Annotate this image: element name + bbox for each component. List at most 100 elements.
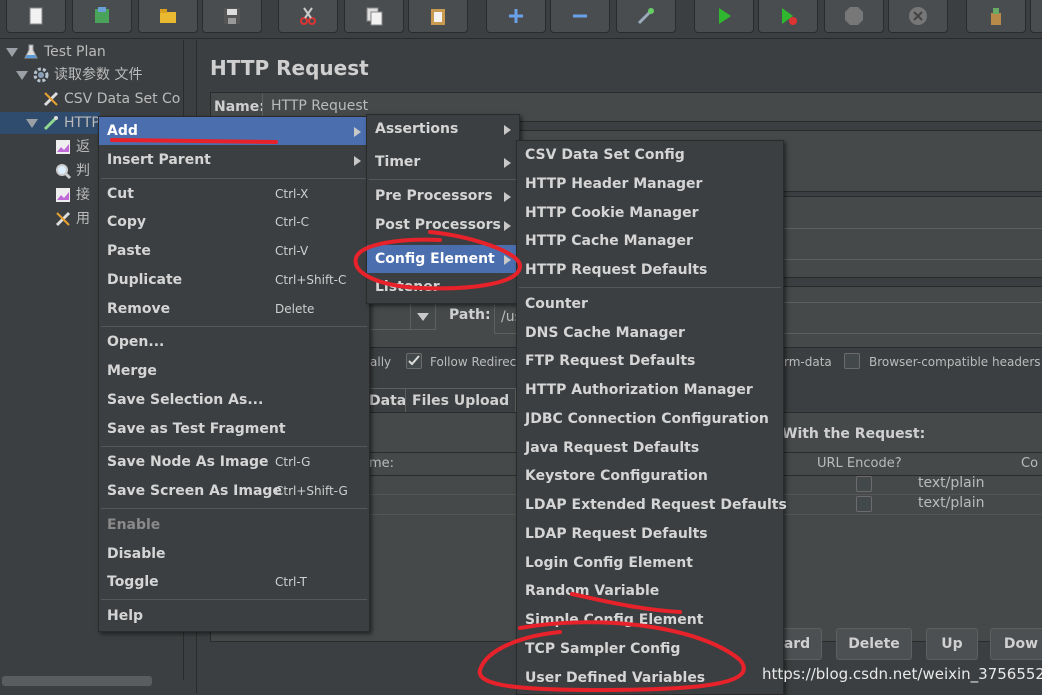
menu-item-remove[interactable]: Remove Delete — [99, 295, 369, 323]
menu-item-dns-cache-manager[interactable]: DNS Cache Manager — [517, 319, 783, 347]
menu-item-copy[interactable]: Copy Ctrl-C — [99, 208, 369, 236]
stop-icon[interactable] — [824, 0, 884, 33]
menu-item-label: Toggle — [107, 574, 159, 590]
follow-redirects-checkbox[interactable] — [406, 353, 422, 369]
tree-item-child-4[interactable]: 用 — [54, 208, 90, 230]
new-icon[interactable] — [6, 0, 66, 33]
expand-icon[interactable] — [486, 0, 546, 33]
tree-item-csv-data-set[interactable]: CSV Data Set Co — [42, 88, 180, 110]
delete-button[interactable]: Delete — [836, 628, 912, 660]
clear-icon[interactable] — [966, 0, 1026, 33]
tree-horizontal-scrollbar[interactable] — [2, 676, 152, 686]
menu-item-label: Timer — [375, 154, 421, 170]
menu-item-pre-processors[interactable]: Pre Processors — [367, 182, 519, 210]
menu-item-timer[interactable]: Timer — [367, 148, 519, 176]
content-type-cell[interactable]: text/plain — [918, 495, 984, 511]
menu-item-config-element[interactable]: Config Element — [367, 245, 519, 273]
config-element-submenu: CSV Data Set Config HTTP Header Manager … — [516, 140, 787, 695]
menu-item-help[interactable]: Help — [99, 602, 369, 630]
menu-item-ldap-extended-request-defaults[interactable]: LDAP Extended Request Defaults — [517, 491, 787, 519]
menu-item-save-selection-as[interactable]: Save Selection As... — [99, 386, 369, 414]
tree-item-child-1[interactable]: 返 — [54, 136, 90, 158]
menu-item-ldap-request-defaults[interactable]: LDAP Request Defaults — [517, 520, 783, 548]
templates-icon[interactable] — [72, 0, 132, 33]
tree-item-http-request[interactable]: HTTP — [0, 112, 100, 134]
menu-item-http-authorization-manager[interactable]: HTTP Authorization Manager — [517, 376, 783, 404]
shutdown-icon[interactable] — [888, 0, 948, 33]
copy-icon[interactable] — [344, 0, 404, 33]
toolbar — [0, 0, 1042, 39]
up-button[interactable]: Up — [926, 628, 978, 660]
menu-item-tcp-sampler-config[interactable]: TCP Sampler Config — [517, 635, 783, 663]
menu-item-save-node-as-image[interactable]: Save Node As Image Ctrl-G — [99, 448, 369, 476]
menu-item-label: Config Element — [375, 251, 495, 267]
menu-item-toggle[interactable]: Toggle Ctrl-T — [99, 568, 369, 596]
shortcut-label: Ctrl+Shift-C — [275, 273, 347, 287]
menu-item-merge[interactable]: Merge — [99, 357, 369, 385]
menu-item-counter[interactable]: Counter — [517, 290, 783, 318]
content-type-cell[interactable]: text/plain — [918, 475, 984, 491]
menu-item-open[interactable]: Open... — [99, 328, 369, 356]
paste-icon[interactable] — [408, 0, 468, 33]
method-dropdown-button[interactable] — [410, 302, 436, 330]
menu-item-jdbc-connection-configuration[interactable]: JDBC Connection Configuration — [517, 405, 783, 433]
menu-item-enable[interactable]: Enable — [99, 511, 369, 539]
save-icon[interactable] — [202, 0, 262, 33]
browser-compatible-checkbox[interactable] — [844, 353, 860, 369]
menu-item-label: Remove — [107, 301, 171, 317]
menu-item-save-as-test-fragment[interactable]: Save as Test Fragment — [99, 415, 369, 443]
tree-item-child-3[interactable]: 接 — [54, 184, 90, 206]
menu-item-http-header-manager[interactable]: HTTP Header Manager — [517, 170, 783, 198]
parameters-heading: With the Request: — [782, 426, 926, 442]
toggle-icon[interactable] — [616, 0, 676, 33]
menu-item-csv-data-set-config[interactable]: CSV Data Set Config — [517, 141, 783, 169]
menu-item-keystore-configuration[interactable]: Keystore Configuration — [517, 462, 783, 490]
clear-all-icon[interactable] — [1030, 0, 1042, 33]
menu-item-ftp-request-defaults[interactable]: FTP Request Defaults — [517, 347, 783, 375]
expand-triangle-icon[interactable] — [26, 118, 38, 128]
menu-separator — [101, 178, 367, 179]
menu-item-simple-config-element[interactable]: Simple Config Element — [517, 606, 783, 634]
tree-item-label: 返 — [76, 139, 90, 155]
menu-item-http-request-defaults[interactable]: HTTP Request Defaults — [517, 256, 783, 284]
down-button[interactable]: Dow — [990, 628, 1042, 660]
menu-item-java-request-defaults[interactable]: Java Request Defaults — [517, 434, 783, 462]
menu-item-insert-parent[interactable]: Insert Parent — [99, 146, 369, 174]
tree-item-test-plan[interactable]: Test Plan — [6, 41, 106, 63]
cut-icon[interactable] — [278, 0, 338, 33]
menu-item-duplicate[interactable]: Duplicate Ctrl+Shift-C — [99, 266, 369, 294]
menu-separator — [101, 508, 367, 509]
menu-item-paste[interactable]: Paste Ctrl-V — [99, 237, 369, 265]
expand-triangle-icon[interactable] — [16, 70, 28, 80]
menu-item-assertions[interactable]: Assertions — [367, 115, 519, 143]
menu-item-http-cache-manager[interactable]: HTTP Cache Manager — [517, 227, 783, 255]
menu-item-random-variable[interactable]: Random Variable — [517, 577, 783, 605]
url-encode-checkbox[interactable] — [856, 496, 872, 512]
tree-item-label: 读取参数 文件 — [54, 67, 143, 83]
menu-item-post-processors[interactable]: Post Processors — [367, 211, 519, 239]
menu-item-label: Save Selection As... — [107, 392, 264, 408]
menu-item-disable[interactable]: Disable — [99, 540, 369, 568]
menu-item-user-defined-variables[interactable]: User Defined Variables — [517, 664, 783, 692]
collapse-icon[interactable] — [550, 0, 610, 33]
menu-item-login-config-element[interactable]: Login Config Element — [517, 549, 783, 577]
browser-compatible-label: Browser-compatible headers — [869, 355, 1041, 369]
tab-files-upload[interactable]: Files Upload — [405, 388, 517, 413]
menu-item-label: Enable — [107, 517, 161, 533]
menu-item-add[interactable]: Add — [99, 117, 369, 145]
menu-item-save-screen-as-image[interactable]: Save Screen As Image Ctrl+Shift-G — [99, 477, 369, 505]
url-encode-checkbox[interactable] — [856, 476, 872, 492]
menu-item-cut[interactable]: Cut Ctrl-X — [99, 180, 369, 208]
menu-item-listener[interactable]: Listener — [367, 273, 519, 301]
wrench-icon — [54, 210, 72, 228]
method-select[interactable] — [368, 302, 412, 330]
expand-triangle-icon[interactable] — [6, 47, 18, 57]
shortcut-label: Ctrl-T — [275, 575, 307, 589]
open-icon[interactable] — [138, 0, 198, 33]
tree-item-child-2[interactable]: 判 — [54, 160, 90, 182]
menu-item-http-cookie-manager[interactable]: HTTP Cookie Manager — [517, 199, 783, 227]
start-no-pauses-icon[interactable] — [758, 0, 818, 33]
tree-item-label: 接 — [76, 187, 90, 203]
tree-item-thread-group[interactable]: 读取参数 文件 — [16, 64, 142, 86]
start-icon[interactable] — [694, 0, 754, 33]
